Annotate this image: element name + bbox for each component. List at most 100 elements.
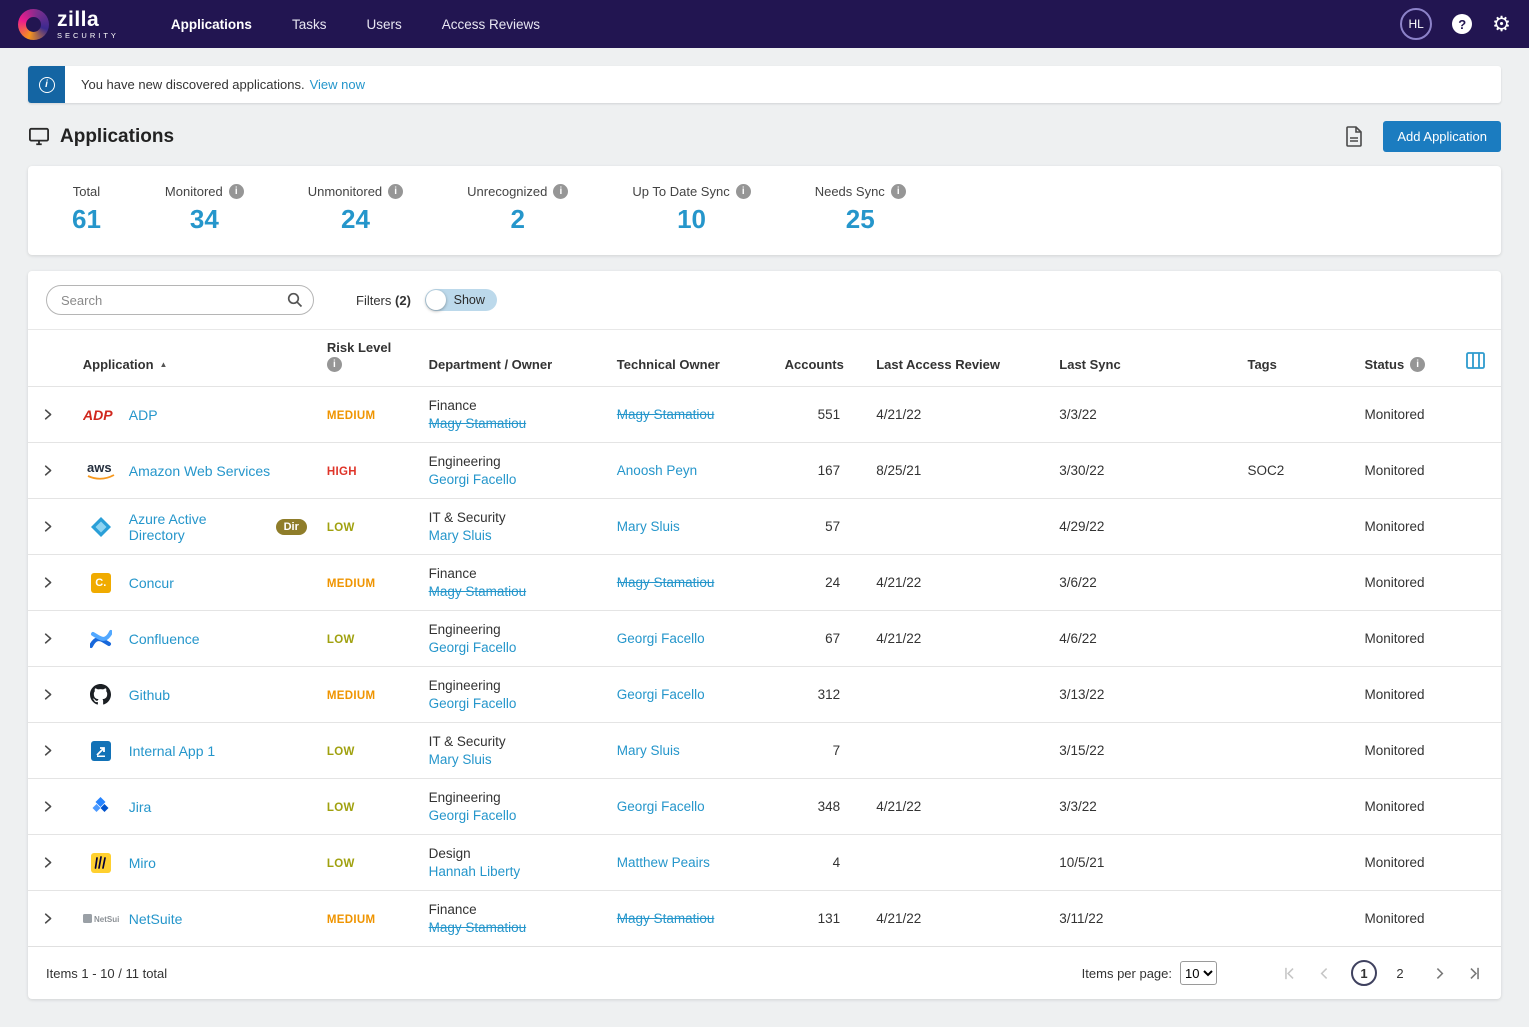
search-icon[interactable] [287,292,303,311]
column-technical-owner[interactable]: Technical Owner [607,330,775,387]
stat-label: Unmonitored [308,184,382,199]
last-sync-date: 3/6/22 [1049,555,1237,611]
filters-count: (2) [395,293,411,308]
application-link[interactable]: ADP [129,407,158,423]
tags-value [1237,387,1354,443]
department-owner-link[interactable]: Georgi Facello [429,640,517,655]
technical-owner-link[interactable]: Mary Sluis [617,519,680,534]
last-sync-date: 4/6/22 [1049,611,1237,667]
last-page-icon[interactable] [1466,965,1483,982]
expand-row-icon[interactable] [38,517,57,536]
stat-info-icon[interactable]: i [388,184,403,199]
stat-up-to-date-sync: Up To Date Synci10 [632,184,750,235]
column-tags[interactable]: Tags [1237,330,1354,387]
application-link[interactable]: Amazon Web Services [129,463,270,479]
pdf-export-icon[interactable] [1345,126,1363,147]
page-button-1[interactable]: 1 [1351,960,1377,986]
column-application[interactable]: Application▲ [83,357,168,372]
user-avatar[interactable]: HL [1400,8,1432,40]
column-accounts[interactable]: Accounts [775,330,867,387]
application-link[interactable]: Jira [129,799,152,815]
department-owner-link[interactable]: Georgi Facello [429,808,517,823]
technical-owner-link[interactable]: Magy Stamatiou [617,407,715,422]
technical-owner-link[interactable]: Magy Stamatiou [617,575,715,590]
add-application-button[interactable]: Add Application [1383,121,1501,152]
column-status[interactable]: Statusi [1364,357,1425,372]
technical-owner-link[interactable]: Anoosh Peyn [617,463,697,478]
technical-owner-link[interactable]: Magy Stamatiou [617,911,715,926]
last-sync-date: 3/3/22 [1049,779,1237,835]
status-info-icon[interactable]: i [1410,357,1425,372]
expand-row-icon[interactable] [38,909,57,928]
application-link[interactable]: Azure Active Directory [129,511,266,543]
search-input[interactable] [46,285,314,315]
filters-show-toggle[interactable]: Show [425,289,497,311]
column-risk-level[interactable]: Risk Level i [327,340,391,370]
expand-row-icon[interactable] [38,797,57,816]
expand-row-icon[interactable] [38,685,57,704]
netsuite-logo: NetSuite [83,913,119,925]
nav-item-applications[interactable]: Applications [171,17,252,32]
technical-owner-link[interactable]: Matthew Peairs [617,855,710,870]
toggle-knob[interactable] [426,290,446,310]
expand-row-icon[interactable] [38,629,57,648]
tags-value [1237,555,1354,611]
column-department-owner[interactable]: Department / Owner [419,330,607,387]
application-link[interactable]: Concur [129,575,174,591]
table-row: GithubMEDIUMEngineeringGeorgi FacelloGeo… [28,667,1501,723]
last-sync-date: 3/15/22 [1049,723,1237,779]
help-icon[interactable]: ? [1452,14,1472,34]
accounts-count: 4 [775,835,867,891]
stat-info-icon[interactable]: i [229,184,244,199]
technical-owner-link[interactable]: Georgi Facello [617,799,705,814]
department-owner-link[interactable]: Georgi Facello [429,472,517,487]
expand-row-icon[interactable] [38,405,57,424]
department-owner-link[interactable]: Magy Stamatiou [429,584,527,599]
dir-badge: Dir [276,519,307,535]
stat-unmonitored: Unmonitoredi24 [308,184,403,235]
nav-item-users[interactable]: Users [366,17,401,32]
status-value: Monitored [1354,779,1456,835]
column-last-sync[interactable]: Last Sync [1049,330,1237,387]
next-page-icon[interactable] [1431,965,1448,982]
previous-page-icon[interactable] [1316,965,1333,982]
department-owner-link[interactable]: Magy Stamatiou [429,920,527,935]
stat-label: Up To Date Sync [632,184,729,199]
application-link[interactable]: Internal App 1 [129,743,215,759]
expand-row-icon[interactable] [38,573,57,592]
column-settings-icon[interactable] [1466,352,1485,369]
stat-info-icon[interactable]: i [553,184,568,199]
stat-info-icon[interactable]: i [736,184,751,199]
azure-active-directory-logo [83,517,119,537]
last-sync-date: 3/13/22 [1049,667,1237,723]
tags-value [1237,835,1354,891]
department-owner-link[interactable]: Mary Sluis [429,752,492,767]
expand-row-icon[interactable] [38,461,57,480]
department-owner-link[interactable]: Mary Sluis [429,528,492,543]
nav-item-access-reviews[interactable]: Access Reviews [442,17,540,32]
first-page-icon[interactable] [1281,965,1298,982]
application-link[interactable]: NetSuite [129,911,183,927]
discovered-apps-banner: i You have new discovered applications. … [28,66,1501,103]
table-row: ADPADPMEDIUMFinanceMagy StamatiouMagy St… [28,387,1501,443]
department-owner-link[interactable]: Magy Stamatiou [429,416,527,431]
application-link[interactable]: Github [129,687,170,703]
department-owner-link[interactable]: Georgi Facello [429,696,517,711]
department-owner-link[interactable]: Hannah Liberty [429,864,521,879]
view-now-link[interactable]: View now [310,77,365,92]
expand-row-icon[interactable] [38,741,57,760]
items-per-page-select[interactable]: 10 [1180,961,1217,985]
risk-level-info-icon[interactable]: i [327,357,342,372]
nav-item-tasks[interactable]: Tasks [292,17,327,32]
gear-icon[interactable]: ⚙ [1492,14,1511,35]
stat-info-icon[interactable]: i [891,184,906,199]
column-last-access-review[interactable]: Last Access Review [866,330,1049,387]
technical-owner-link[interactable]: Mary Sluis [617,743,680,758]
technical-owner-link[interactable]: Georgi Facello [617,631,705,646]
application-link[interactable]: Miro [129,855,156,871]
application-link[interactable]: Confluence [129,631,200,647]
technical-owner-link[interactable]: Georgi Facello [617,687,705,702]
status-value: Monitored [1354,835,1456,891]
page-button-2[interactable]: 2 [1387,960,1413,986]
expand-row-icon[interactable] [38,853,57,872]
